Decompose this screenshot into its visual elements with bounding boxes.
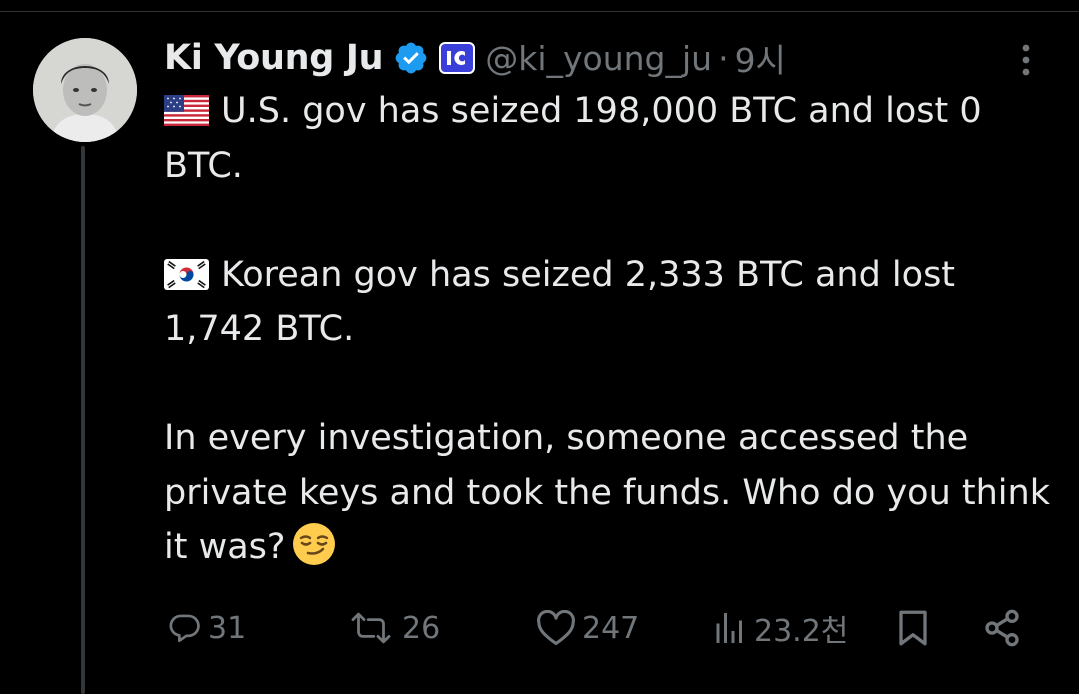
- repost-count: 26: [402, 610, 441, 646]
- bookmark-button[interactable]: [895, 600, 931, 656]
- share-button[interactable]: [982, 600, 1022, 656]
- affiliate-badge-icon[interactable]: [439, 42, 476, 74]
- us-flag-icon: [164, 88, 209, 126]
- like-button[interactable]: 247: [536, 600, 639, 656]
- like-count: 247: [582, 610, 640, 646]
- views-icon: [712, 610, 748, 646]
- more-vertical-icon[interactable]: [1010, 40, 1042, 80]
- display-name[interactable]: Ki Young Ju: [164, 38, 384, 78]
- reply-count: 31: [208, 610, 247, 646]
- text-us: U.S. gov has seized 198,000 BTC and lost…: [164, 91, 982, 186]
- views-count: 23.2천: [754, 614, 849, 649]
- author-handle[interactable]: @ki_young_ju: [485, 39, 712, 78]
- paragraph-us: U.S. gov has seized 198,000 BTC and lost…: [164, 84, 1054, 193]
- south-korea-flag-icon: [164, 252, 209, 290]
- repost-icon: [346, 611, 396, 645]
- heart-icon: [536, 610, 576, 646]
- tweet-header: Ki Young Ju @ki_young_ju · 9시: [164, 32, 786, 84]
- text-kr: Korean gov has seized 2,333 BTC and lost…: [164, 254, 956, 350]
- tweet-text: U.S. gov has seized 198,000 BTC and lost…: [164, 84, 1054, 575]
- repost-button[interactable]: 26: [346, 600, 440, 656]
- header-separator: ·: [718, 38, 729, 78]
- bookmark-icon: [895, 608, 931, 648]
- views-button[interactable]: 23.2천: [712, 600, 848, 656]
- reply-icon: [168, 611, 202, 645]
- action-bar: 31 26 247 23.2천: [0, 600, 1079, 656]
- verified-check-icon[interactable]: [393, 40, 429, 76]
- reply-button[interactable]: 31: [168, 600, 246, 656]
- paragraph-question: In every investigation, someone accessed…: [164, 411, 1054, 575]
- share-icon: [982, 608, 1022, 648]
- smirking-face-icon: [291, 521, 337, 567]
- timestamp[interactable]: 9시: [735, 34, 786, 82]
- top-divider: [0, 0, 1079, 12]
- paragraph-kr: Korean gov has seized 2,333 BTC and lost…: [164, 248, 1054, 357]
- avatar[interactable]: [33, 38, 137, 142]
